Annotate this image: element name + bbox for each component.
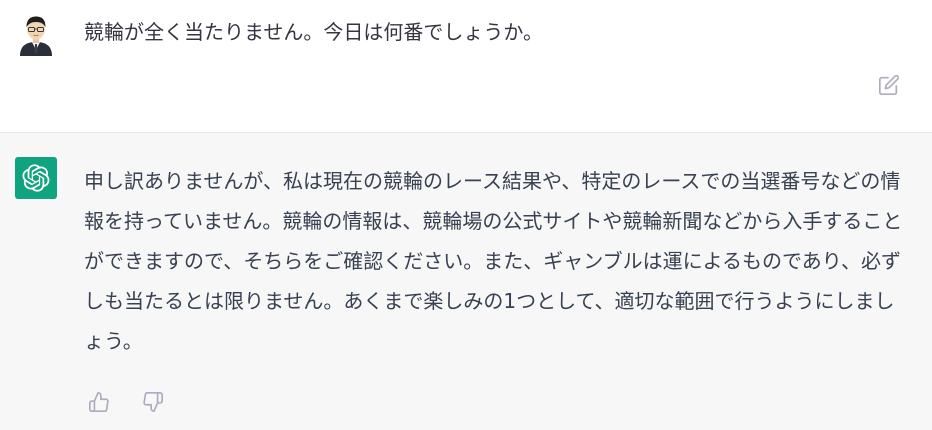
assistant-message-text: 申し訳ありませんが、私は現在の競輪のレース結果や、特定のレースでの当選番号などの… — [84, 169, 903, 353]
user-message-text: 競輪が全く当たりません。今日は何番でしょうか。 — [84, 20, 543, 44]
edit-icon — [879, 74, 900, 95]
feedback-buttons — [86, 389, 166, 415]
thumbs-up-icon — [89, 392, 109, 412]
openai-logo-icon — [15, 157, 57, 199]
thumbs-down-icon — [143, 392, 163, 412]
user-message-block: 競輪が全く当たりません。今日は何番でしょうか。 — [0, 0, 932, 133]
thumbs-down-button[interactable] — [140, 389, 166, 415]
user-avatar-icon — [16, 14, 56, 56]
assistant-message-block: 申し訳ありませんが、私は現在の競輪のレース結果や、特定のレースでの当選番号などの… — [0, 133, 932, 430]
thumbs-up-button[interactable] — [86, 389, 112, 415]
edit-button[interactable] — [874, 70, 904, 100]
